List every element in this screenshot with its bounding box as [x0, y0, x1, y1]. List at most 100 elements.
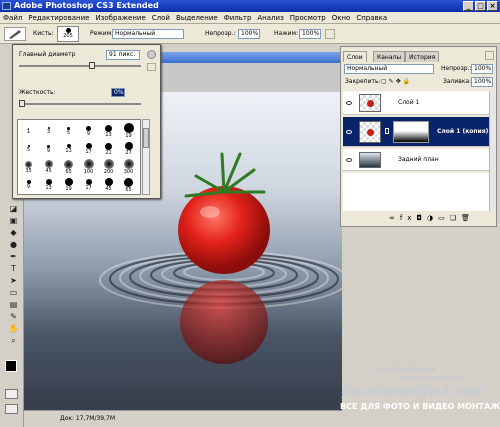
brush-preset[interactable]: 13 — [60, 140, 77, 159]
brush-preset[interactable]: 300 — [120, 158, 137, 177]
hand-tool-icon[interactable]: ✋ — [8, 324, 19, 334]
visibility-eye-icon[interactable] — [346, 130, 352, 134]
mask-icon[interactable]: ◘ — [416, 214, 427, 222]
gradient-tool-icon[interactable]: ▣ — [8, 216, 19, 226]
brush-preset[interactable]: 17 — [80, 176, 97, 195]
menu-edit[interactable]: Редактирование — [25, 14, 92, 22]
tab-channels[interactable]: Каналы — [373, 51, 406, 62]
tool-preset-picker[interactable] — [4, 27, 26, 41]
brush-preset[interactable]: 17 — [80, 140, 97, 159]
menu-analysis[interactable]: Анализ — [254, 14, 286, 22]
tomato-stem — [184, 152, 266, 198]
brush-preset[interactable]: 100 — [80, 158, 97, 177]
brush-preset[interactable]: 5 — [20, 140, 37, 159]
trash-icon[interactable]: 🗑 — [461, 214, 475, 222]
watermark-site: fotovideoeffect.com — [342, 384, 486, 399]
brush-preset[interactable]: 45 — [100, 176, 117, 195]
photoshop-app-icon — [2, 2, 11, 10]
menu-view[interactable]: Просмотр — [287, 14, 329, 22]
new-layer-icon[interactable]: ❏ — [450, 214, 461, 222]
brush-preset[interactable]: 19 — [120, 122, 137, 141]
brush-preset[interactable]: 27 — [120, 140, 137, 159]
diameter-slider-track[interactable] — [19, 65, 141, 67]
adjust-icon[interactable]: ◑ — [427, 214, 438, 222]
visibility-eye-icon[interactable] — [346, 158, 352, 162]
save-preset-button[interactable] — [147, 63, 156, 71]
diameter-slider-handle[interactable] — [88, 62, 95, 69]
dodge-tool-icon[interactable]: ● — [8, 240, 19, 250]
brush-preset[interactable]: 19 — [60, 176, 77, 195]
brush-preset-size: 200 — [103, 169, 114, 175]
layer-row-selected[interactable]: Слой 1 (копия) — [343, 117, 491, 147]
tab-history[interactable]: История — [405, 51, 440, 62]
hardness-field[interactable]: 0% — [111, 88, 125, 97]
popup-menu-icon[interactable] — [147, 50, 156, 59]
brush-preset-size: 45 — [105, 186, 112, 192]
layer-row[interactable]: Слой 1 — [343, 91, 491, 115]
blur-tool-icon[interactable]: ◆ — [8, 228, 19, 238]
brush-preset[interactable]: 13 — [100, 122, 117, 141]
hardness-slider-handle[interactable] — [19, 100, 25, 107]
flow-field[interactable]: 100% — [299, 29, 321, 39]
eyedropper-tool-icon[interactable]: ✎ — [8, 312, 19, 322]
folder-icon[interactable]: ▭ — [438, 214, 450, 222]
brush-preset[interactable]: 1 — [20, 122, 37, 141]
brush-preset[interactable]: 200 — [100, 158, 117, 177]
eraser-tool-icon[interactable]: ◪ — [8, 204, 19, 214]
notes-tool-icon[interactable]: ▤ — [8, 300, 19, 310]
brush-preset[interactable]: 21 — [100, 140, 117, 159]
presets-scrollbar[interactable] — [142, 119, 150, 195]
presets-scroll-thumb[interactable] — [143, 128, 149, 148]
menu-file[interactable]: Файл — [0, 14, 25, 22]
zoom-tool-icon[interactable]: ⌕ — [8, 336, 19, 346]
quick-mask-icon[interactable] — [5, 389, 18, 399]
panel-menu-icon[interactable] — [485, 51, 494, 60]
visibility-eye-icon[interactable] — [346, 101, 352, 105]
hardness-slider-track[interactable] — [19, 103, 141, 105]
brush-preset[interactable]: 9 — [40, 140, 57, 159]
blend-mode-select[interactable]: Нормальный — [344, 64, 434, 74]
menu-window[interactable]: Окно — [329, 14, 354, 22]
fill-field[interactable]: 100% — [471, 77, 493, 87]
menu-filter[interactable]: Фильтр — [221, 14, 255, 22]
tomato — [178, 186, 270, 274]
brush-preset[interactable]: 65 — [120, 176, 137, 195]
brush-tip-icon — [123, 123, 134, 133]
pen-tool-icon[interactable]: ✒ — [8, 252, 19, 262]
mask-link-icon[interactable] — [385, 128, 389, 134]
layer-mask-thumbnail[interactable] — [393, 121, 429, 143]
brush-preset[interactable]: 9 — [20, 176, 37, 195]
layer-opacity-field[interactable]: 100% — [471, 64, 493, 74]
shape-tool-icon[interactable]: ▭ — [8, 288, 19, 298]
layer-row[interactable]: Задний план — [343, 149, 491, 171]
maximize-button[interactable]: □ — [475, 1, 486, 11]
path-selection-icon[interactable]: ➤ — [8, 276, 19, 286]
minimize-button[interactable]: _ — [463, 1, 474, 11]
brush-preset[interactable]: 9 — [80, 122, 97, 141]
link-icon[interactable]: ∞ — [389, 214, 400, 222]
menu-help[interactable]: Справка — [353, 14, 390, 22]
brush-preset[interactable]: 5 — [60, 122, 77, 141]
brush-preset[interactable]: 3 — [40, 122, 57, 141]
mode-select[interactable]: Нормальный — [112, 29, 184, 39]
brush-preset[interactable]: 35 — [20, 158, 37, 177]
menu-image[interactable]: Изображение — [92, 14, 148, 22]
brush-preset[interactable]: 65 — [60, 158, 77, 177]
brush-preset-size: 5 — [66, 129, 71, 136]
lock-icons[interactable]: ▢✎✥🔒 — [381, 78, 431, 86]
type-tool-icon[interactable]: T — [8, 264, 19, 274]
fx-icon[interactable]: fx — [400, 214, 417, 222]
menu-select[interactable]: Выделение — [173, 14, 221, 22]
screen-mode-icon[interactable] — [5, 404, 18, 414]
brush-preset[interactable]: 45 — [40, 158, 57, 177]
foreground-color-swatch[interactable] — [5, 360, 17, 372]
opacity-field[interactable]: 100% — [238, 29, 260, 39]
master-diameter-field[interactable]: 91 пикс. — [106, 50, 140, 60]
tab-layers[interactable]: Слои — [343, 51, 367, 62]
airbrush-button[interactable] — [325, 29, 335, 39]
layers-scrollbar[interactable] — [489, 91, 496, 211]
close-button[interactable]: × — [487, 1, 498, 11]
brush-preset[interactable]: 13 — [40, 176, 57, 195]
brush-picker[interactable]: 205 — [57, 26, 79, 42]
menu-layer[interactable]: Слой — [149, 14, 173, 22]
